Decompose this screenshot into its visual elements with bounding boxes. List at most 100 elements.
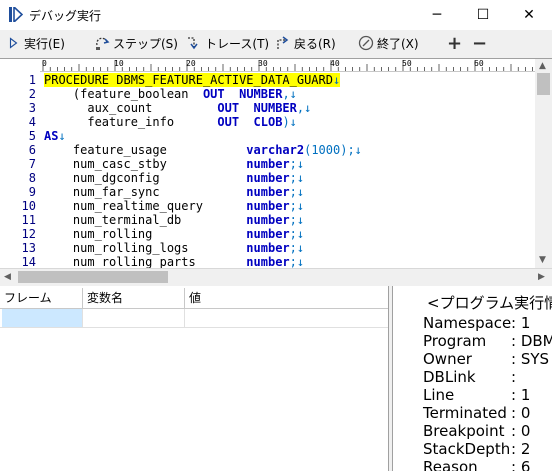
editor-vertical-scrollbar[interactable]: ▲ ▼ — [535, 59, 552, 269]
line-number[interactable]: 10 — [0, 199, 36, 213]
info-key: Line — [423, 386, 455, 404]
code-token: feature_usage — [44, 143, 247, 157]
code-text: num_rolling_parts number;↓ — [44, 255, 304, 269]
code-line[interactable]: 11 num_terminal_db number;↓ — [0, 213, 535, 227]
line-number[interactable]: 4 — [0, 115, 36, 129]
line-number[interactable]: 5 — [0, 129, 36, 143]
code-line[interactable]: 5 AS↓ — [0, 129, 535, 143]
code-text: aux_count OUT NUMBER,↓ — [44, 101, 311, 115]
info-value: : 1 — [511, 386, 531, 404]
code-text: num_casc_stby number;↓ — [44, 157, 304, 171]
maximize-button[interactable]: ☐ — [460, 0, 506, 30]
code-token: number — [246, 227, 290, 241]
info-row: Breakpoint: 0 — [423, 422, 530, 440]
scroll-thumb[interactable] — [537, 73, 550, 95]
line-number[interactable]: 12 — [0, 227, 36, 241]
exit-label: 終了(X) — [377, 37, 419, 51]
code-text: feature_usage varchar2(1000);↓ — [44, 143, 362, 157]
hscroll-thumb[interactable] — [18, 271, 168, 283]
code-line[interactable]: 6 feature_usage varchar2(1000);↓ — [0, 143, 535, 157]
line-number[interactable]: 6 — [0, 143, 36, 157]
code-token: number — [246, 255, 290, 269]
run-button[interactable]: 実行(E) — [9, 34, 65, 54]
zoom-in-button[interactable]: + — [447, 34, 462, 54]
ruler-mark: 50 — [402, 60, 412, 68]
line-number[interactable]: 7 — [0, 157, 36, 171]
table-row[interactable] — [0, 309, 388, 328]
code-token: CLOB — [253, 115, 283, 129]
code-token: (feature_boolean — [44, 87, 203, 101]
code-token: num_rolling_parts — [44, 255, 247, 269]
zoom-out-button[interactable]: − — [472, 34, 487, 54]
code-token: ↓ — [332, 73, 341, 87]
selected-cell[interactable] — [2, 309, 83, 327]
line-number[interactable]: 14 — [0, 255, 36, 269]
info-value: : 2 — [511, 440, 531, 458]
code-token: num_terminal_db — [44, 213, 247, 227]
table-cell[interactable] — [83, 309, 185, 327]
line-number[interactable]: 2 — [0, 87, 36, 101]
step-button[interactable]: ステップ(S) — [94, 34, 178, 54]
line-number[interactable]: 3 — [0, 101, 36, 115]
info-value: : 0 — [511, 422, 531, 440]
code-line[interactable]: 8 num_dgconfig number;↓ — [0, 171, 535, 185]
code-line[interactable]: 13 num_rolling_logs number;↓ — [0, 241, 535, 255]
code-lines[interactable]: 1 PROCEDURE DBMS_FEATURE_ACTIVE_DATA_GUAR… — [0, 73, 535, 269]
info-value: : 0 — [511, 404, 531, 422]
info-row: Reason: 6 — [423, 458, 530, 471]
code-token: OUT — [202, 87, 225, 101]
code-line[interactable]: 2 (feature_boolean OUT NUMBER,↓ — [0, 87, 535, 101]
code-line[interactable]: 7 num_casc_stby number;↓ — [0, 157, 535, 171]
code-line[interactable]: 3 aux_count OUT NUMBER,↓ — [0, 101, 535, 115]
code-text: num_terminal_db number;↓ — [44, 213, 304, 227]
table-cell[interactable] — [185, 309, 388, 327]
code-text: (feature_boolean OUT NUMBER,↓ — [44, 87, 297, 101]
line-number[interactable]: 11 — [0, 213, 36, 227]
return-button[interactable]: 戻る(R) — [275, 34, 336, 54]
header-value[interactable]: 値 — [185, 288, 388, 308]
return-icon — [277, 36, 289, 49]
code-token: ;↓ — [289, 185, 305, 199]
code-line[interactable]: 12 num_rolling number;↓ — [0, 227, 535, 241]
debug-app-icon — [9, 7, 23, 22]
variables-panel: フレーム 変数名 値 — [0, 286, 389, 471]
code-token: ,↓ — [296, 101, 312, 115]
scroll-left-arrow-icon[interactable]: ◀ — [4, 272, 11, 282]
header-frame[interactable]: フレーム — [0, 288, 83, 308]
code-token: aux_count — [44, 101, 218, 115]
trace-icon — [188, 37, 198, 50]
code-token: feature_info — [44, 115, 218, 129]
trace-button[interactable]: トレース(T) — [186, 34, 269, 54]
info-row: Owner: SYS — [423, 350, 549, 368]
code-line[interactable]: 10 num_realtime_query number;↓ — [0, 199, 535, 213]
code-line[interactable]: 4 feature_info OUT CLOB)↓ — [0, 115, 535, 129]
line-number[interactable]: 8 — [0, 171, 36, 185]
close-button[interactable]: ✕ — [506, 0, 552, 30]
ruler-mark: 10 — [114, 60, 124, 68]
minimize-button[interactable]: ─ — [414, 0, 460, 30]
exit-button[interactable]: 終了(X) — [358, 34, 419, 54]
code-editor[interactable]: 0 10 20 30 40 50 60 1 PROCEDURE DBMS_FEAT… — [0, 58, 552, 269]
code-token: num_realtime_query — [44, 199, 247, 213]
scroll-down-arrow-icon[interactable]: ▼ — [539, 255, 546, 265]
code-line[interactable]: 9 num_far_sync number;↓ — [0, 185, 535, 199]
info-row: Line : 1 — [423, 386, 530, 404]
scroll-right-arrow-icon[interactable]: ▶ — [538, 272, 545, 282]
line-number[interactable]: 9 — [0, 185, 36, 199]
header-variable-name[interactable]: 変数名 — [83, 288, 185, 308]
code-token: num_rolling — [44, 227, 247, 241]
scroll-up-arrow-icon[interactable]: ▲ — [539, 61, 546, 71]
code-token: number — [246, 185, 290, 199]
code-line[interactable]: 14 num_rolling_parts number;↓ — [0, 255, 535, 269]
info-value: : 1 — [511, 314, 531, 332]
code-line[interactable]: 1 PROCEDURE DBMS_FEATURE_ACTIVE_DATA_GUAR… — [0, 73, 535, 87]
line-number[interactable]: 13 — [0, 241, 36, 255]
line-number[interactable]: 1 — [0, 73, 36, 87]
info-row: DBLink: — [423, 368, 516, 386]
window-title: デバッグ実行 — [29, 9, 102, 23]
ruler-mark: 60 — [474, 60, 484, 68]
editor-horizontal-scrollbar[interactable]: ◀ ▶ — [0, 268, 552, 286]
code-token: ;↓ — [289, 213, 305, 227]
